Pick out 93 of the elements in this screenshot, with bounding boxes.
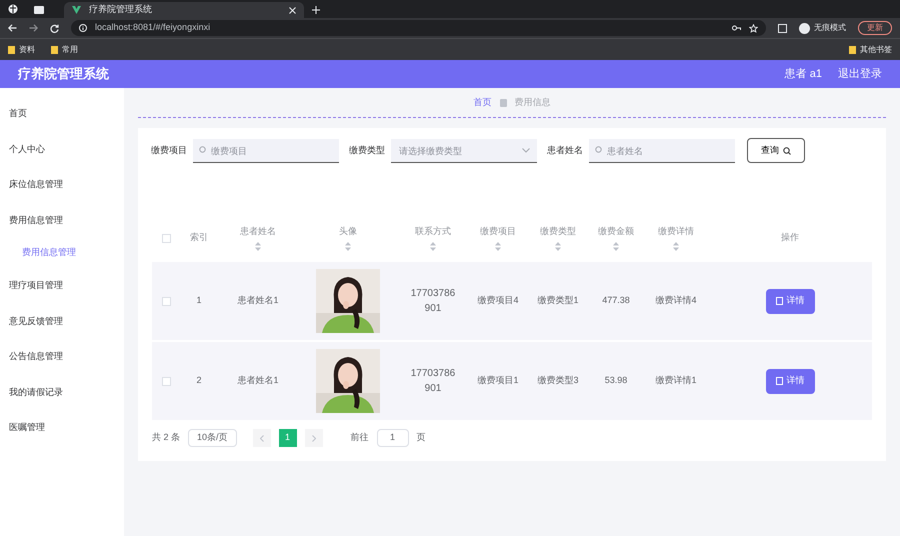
table-cell-text: 17703786901	[410, 287, 456, 316]
document-icon	[776, 377, 782, 385]
star-icon[interactable]	[749, 24, 758, 32]
next-page-button[interactable]	[304, 429, 323, 447]
sidebar-item[interactable]: 费用信息管理	[0, 202, 124, 238]
profile-label: 无痕模式	[814, 22, 846, 34]
row-checkbox[interactable]	[162, 376, 170, 386]
sidebar-item[interactable]: 床位信息管理	[0, 167, 124, 202]
prev-page-button[interactable]	[252, 429, 271, 447]
reload-icon[interactable]	[50, 24, 59, 32]
document-icon	[776, 297, 782, 305]
sidebar-item[interactable]: 个人中心	[0, 132, 124, 167]
sort-icon[interactable]	[495, 242, 501, 252]
search-icon	[595, 146, 603, 154]
logout-link[interactable]: 退出登录	[838, 66, 882, 82]
column-header: 头像	[339, 224, 357, 238]
search-icon	[783, 146, 791, 154]
address-field[interactable]: localhost:8081/#/feiyongxinxi	[71, 20, 766, 36]
table-cell-text: 53.98	[604, 374, 628, 388]
sidebar-item[interactable]: 意见反馈管理	[0, 304, 124, 339]
tab-icon[interactable]	[34, 6, 44, 14]
field-label: 缴费项目	[151, 144, 187, 157]
url-text: localhost:8081/#/feiyongxinxi	[95, 21, 210, 34]
sidebar-item[interactable]: 公告信息管理	[0, 339, 124, 374]
sidebar-item[interactable]: 我的请假记录	[0, 374, 124, 410]
row-checkbox[interactable]	[162, 296, 170, 306]
bookmark[interactable]: 其他书签	[849, 44, 892, 56]
close-icon[interactable]	[289, 6, 296, 14]
search-field[interactable]: 缴费项目	[193, 139, 339, 164]
select-all-checkbox[interactable]	[162, 234, 170, 242]
column-header: 操作	[781, 231, 799, 244]
back-arrow-icon[interactable]	[8, 24, 17, 32]
total-count: 共 2 条	[152, 431, 180, 444]
app-title: 疗养院管理系统	[18, 65, 110, 84]
key-icon[interactable]	[732, 25, 741, 31]
plus-icon[interactable]	[312, 6, 320, 14]
search-field[interactable]: 患者姓名	[589, 139, 735, 164]
page-size-select[interactable]: 10条/页	[188, 429, 237, 447]
column-header: 患者姓名	[240, 224, 276, 238]
sidebar-item[interactable]: 理疗项目管理	[0, 268, 124, 304]
update-button[interactable]: 更新	[858, 21, 892, 35]
forward-arrow-icon[interactable]	[29, 24, 38, 32]
table-cell-text: 缴费类型3	[537, 374, 578, 388]
table-cell-text: 缴费类型1	[537, 294, 578, 308]
sort-icon[interactable]	[345, 242, 351, 252]
table-cell-text: 1	[196, 294, 202, 308]
sort-icon[interactable]	[255, 242, 261, 252]
field-label: 患者姓名	[547, 144, 583, 157]
goto-field[interactable]: 1	[376, 429, 409, 447]
logo-icon	[72, 6, 81, 14]
sidebar-icon[interactable]	[778, 24, 787, 32]
table-cell-text: 患者姓名1	[237, 294, 278, 308]
table-cell-text: 2	[196, 374, 202, 388]
table-cell-text: 患者姓名1	[237, 374, 278, 388]
detail-button[interactable]: 详情	[766, 368, 814, 394]
table-cell-text: 477.38	[602, 294, 630, 308]
breadcrumb-link[interactable]: 首页	[474, 96, 492, 110]
table-cell-text: 缴费项目4	[477, 294, 518, 308]
goto-label: 前往	[350, 431, 369, 444]
column-header: 缴费详情	[658, 224, 694, 238]
table-cell-text: 缴费详情1	[655, 374, 696, 388]
sort-icon[interactable]	[613, 242, 619, 252]
user-name: 患者 a1	[784, 66, 822, 82]
bookmark[interactable]: 常用	[51, 44, 78, 56]
table-cell-text: 缴费项目1	[477, 374, 518, 388]
sort-icon[interactable]	[555, 242, 561, 252]
tab-title: 疗养院管理系统	[89, 3, 153, 16]
chevron-icon	[522, 148, 530, 153]
search-icon	[199, 146, 207, 154]
column-header: 联系方式	[415, 224, 451, 238]
chevron-left-icon	[260, 434, 264, 442]
select-field[interactable]: 请选择缴费类型	[391, 139, 537, 164]
sidebar-item[interactable]: 首页	[0, 96, 124, 132]
table-cell-text: 17703786901	[410, 367, 456, 396]
sidebar-subitem[interactable]: 费用信息管理	[0, 238, 124, 268]
column-header: 缴费金额	[598, 224, 634, 238]
column-header: 缴费项目	[480, 224, 516, 238]
query-button[interactable]: 查询	[747, 138, 805, 163]
bookmark[interactable]: 资料	[8, 44, 35, 56]
detail-button[interactable]: 详情	[766, 288, 814, 314]
table-cell-text: 缴费详情4	[655, 294, 696, 308]
goto-suffix: 页	[416, 431, 426, 444]
column-header: 索引	[190, 231, 208, 244]
browser-tab[interactable]: 疗养院管理系统	[64, 2, 304, 18]
sort-icon[interactable]	[673, 242, 679, 252]
incognito-icon[interactable]	[799, 22, 810, 34]
column-header: 缴费类型	[540, 224, 576, 238]
sort-icon[interactable]	[430, 242, 436, 252]
document-icon	[500, 98, 506, 106]
chevron-right-icon	[312, 434, 316, 442]
field-label: 缴费类型	[349, 144, 385, 157]
info-icon	[79, 24, 87, 32]
sidebar-item[interactable]: 医嘱管理	[0, 410, 124, 446]
